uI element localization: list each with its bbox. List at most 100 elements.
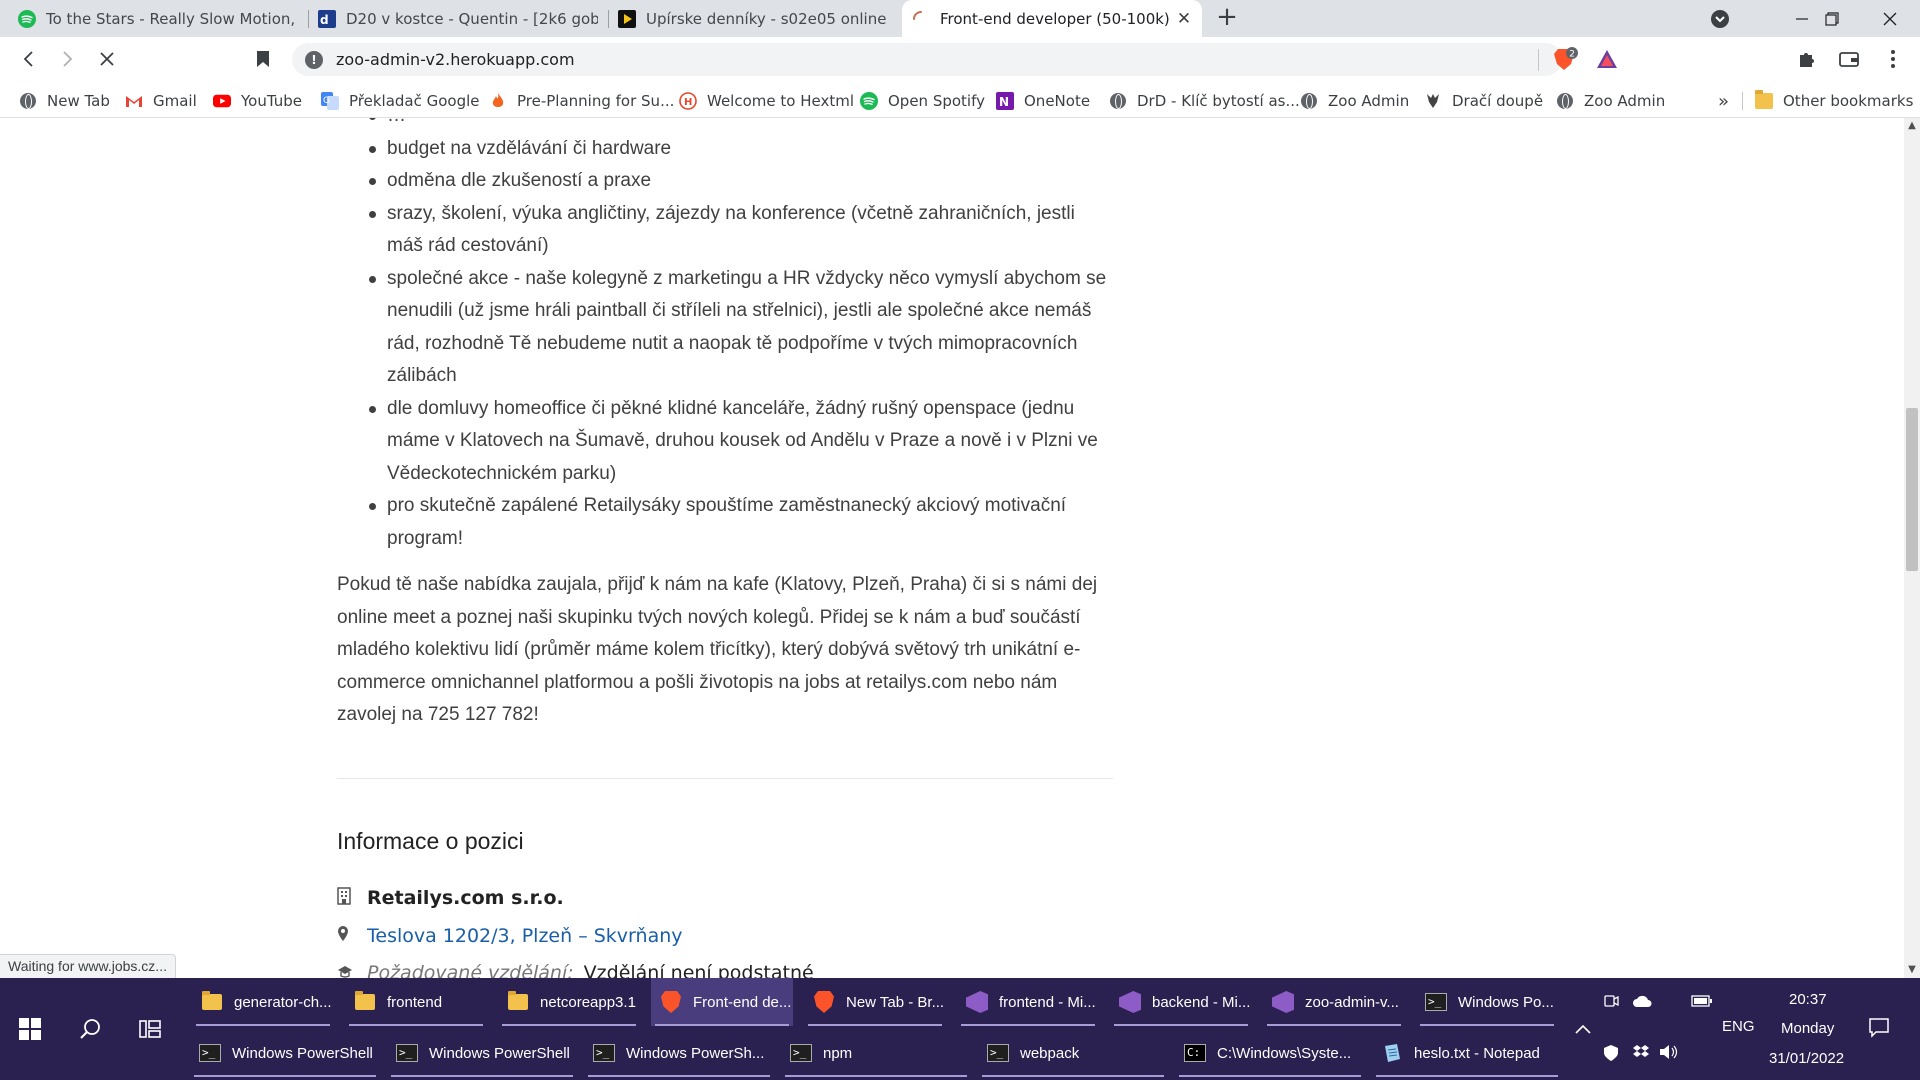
scroll-up-arrow-icon[interactable]: ▲	[1904, 118, 1920, 134]
dropbox-icon[interactable]	[1632, 1044, 1650, 1064]
map-pin-icon	[337, 925, 367, 947]
windows-start-icon[interactable]	[0, 978, 60, 1080]
bookmark-icon[interactable]	[248, 44, 278, 74]
bookmark-drd[interactable]: DrD - Klíč bytostí as...	[1109, 90, 1300, 112]
bookmark-google-translate[interactable]: G Překladač Google	[321, 90, 480, 112]
bookmark-zoo-admin-2[interactable]: Zoo Admin	[1556, 90, 1665, 112]
tab-search-icon[interactable]	[1690, 0, 1750, 37]
list-item: …	[337, 118, 1113, 133]
stop-loading-icon[interactable]	[92, 44, 122, 74]
bookmark-onenote[interactable]: N OneNote	[996, 90, 1090, 112]
show-hidden-icons-chevron-icon[interactable]	[1558, 1005, 1608, 1053]
gmail-icon	[125, 92, 143, 110]
company-name: Retailys.com s.r.o.	[367, 887, 564, 909]
folder-icon	[1755, 90, 1773, 110]
taskbar-item-npm[interactable]: >_ npm	[781, 1029, 971, 1077]
taskbar-item-label: backend - Mi...	[1152, 993, 1251, 1011]
taskbar-item-label: Windows PowerShell	[232, 1044, 373, 1062]
taskbar-item-powershell-2[interactable]: >_ Windows PowerShell	[387, 1029, 577, 1077]
bookmark-hextml[interactable]: H Welcome to Hextml	[679, 90, 854, 112]
visual-studio-icon	[1271, 990, 1295, 1014]
site-info-icon[interactable]: !	[305, 50, 323, 69]
bookmark-new-tab[interactable]: New Tab	[19, 90, 110, 112]
clock-weekday[interactable]: Monday	[1781, 1020, 1834, 1037]
taskbar-item-notepad[interactable]: heslo.txt - Notepad	[1372, 1029, 1562, 1077]
taskbar-item-label: zoo-admin-v...	[1305, 993, 1399, 1011]
tab-spotify[interactable]: To the Stars - Really Slow Motion, Instr	[8, 0, 308, 37]
onedrive-cloud-icon[interactable]	[1632, 994, 1652, 1012]
security-shield-icon[interactable]	[1603, 1044, 1619, 1066]
tab-strip: To the Stars - Really Slow Motion, Instr…	[0, 0, 1920, 37]
address-bar[interactable]: ! zoo-admin-v2.herokuapp.com	[292, 43, 1562, 76]
flame-icon	[489, 92, 507, 110]
bookmark-spotify[interactable]: Open Spotify	[860, 90, 985, 112]
powershell-icon: >_	[986, 1041, 1010, 1065]
volume-speaker-icon[interactable]	[1659, 1044, 1679, 1064]
taskbar-item-cmd[interactable]: C: C:\Windows\Syste...	[1175, 1029, 1365, 1077]
bookmark-label: Zoo Admin	[1328, 92, 1410, 110]
video-play-icon	[618, 9, 636, 28]
powershell-icon: >_	[395, 1041, 419, 1065]
bookmark-zoo-admin[interactable]: Zoo Admin	[1300, 90, 1409, 112]
scroll-down-arrow-icon[interactable]: ▼	[1904, 962, 1920, 978]
taskbar-item-vs-zoo-admin[interactable]: zoo-admin-v...	[1263, 978, 1405, 1026]
browser-toolbar: ! zoo-admin-v2.herokuapp.com 2	[0, 37, 1920, 82]
taskbar-item-label: npm	[823, 1044, 853, 1062]
scrollbar-thumb[interactable]	[1906, 408, 1918, 571]
tab-d20[interactable]: d D20 v kostce - Quentin - [2k6 goblinů]	[308, 0, 608, 37]
new-tab-button[interactable]: +	[1212, 3, 1242, 33]
bookmarks-overflow-chevron[interactable]: »	[1718, 90, 1729, 112]
forward-arrow-icon[interactable]	[52, 44, 82, 74]
battery-icon[interactable]	[1691, 994, 1713, 1012]
extensions-puzzle-icon[interactable]	[1792, 44, 1822, 74]
taskbar-item-powershell-3[interactable]: >_ Windows PowerSh...	[584, 1029, 774, 1077]
taskbar-item-netcoreapp[interactable]: netcoreapp3.1	[498, 978, 640, 1026]
close-window-icon[interactable]	[1860, 0, 1920, 37]
education-row: Požadované vzdělání: Vzdělání není podst…	[337, 962, 814, 978]
wallet-icon[interactable]	[1834, 44, 1864, 74]
taskbar-item-generator[interactable]: generator-ch...	[192, 978, 334, 1026]
taskbar-item-webpack[interactable]: >_ webpack	[978, 1029, 1168, 1077]
menu-kebab-icon[interactable]	[1878, 44, 1908, 74]
taskbar-item-brave-newtab[interactable]: New Tab - Br...	[804, 978, 946, 1026]
taskbar-item-label: heslo.txt - Notepad	[1414, 1044, 1540, 1062]
meet-now-icon[interactable]	[1603, 993, 1619, 1013]
clock-time[interactable]: 20:37	[1789, 991, 1827, 1008]
address-row[interactable]: Teslova 1202/3, Plzeň – Skvrňany	[337, 925, 683, 947]
bookmark-gmail[interactable]: Gmail	[125, 90, 197, 112]
back-arrow-icon[interactable]	[14, 44, 44, 74]
task-view-icon[interactable]	[126, 1005, 174, 1053]
other-bookmarks[interactable]: Other bookmarks	[1755, 90, 1913, 112]
restore-icon[interactable]	[1802, 0, 1862, 37]
brave-shields-icon[interactable]: 2	[1550, 44, 1580, 74]
language-indicator[interactable]: ENG	[1722, 1018, 1755, 1035]
bookmark-draci-doupe[interactable]: Dračí doupě	[1424, 90, 1543, 112]
bookmark-youtube[interactable]: YouTube	[213, 90, 302, 112]
taskbar-item-vs-frontend[interactable]: frontend - Mi...	[957, 978, 1099, 1026]
brave-rewards-icon[interactable]	[1592, 44, 1622, 74]
company-row: Retailys.com s.r.o.	[337, 887, 564, 909]
bookmark-label: Překladač Google	[349, 92, 480, 110]
page-scrollbar[interactable]: ▲ ▼	[1904, 118, 1920, 978]
bookmark-pre-planning[interactable]: Pre-Planning for Su...	[489, 90, 674, 112]
taskbar-item-brave-frontend[interactable]: Front-end de...	[651, 978, 793, 1026]
taskbar-item-powershell-1[interactable]: >_ Windows PowerShell	[190, 1029, 380, 1077]
close-tab-icon[interactable]: ✕	[1176, 9, 1192, 29]
taskbar-item-vs-backend[interactable]: backend - Mi...	[1110, 978, 1252, 1026]
clock-date[interactable]: 31/01/2022	[1769, 1050, 1844, 1067]
address-link[interactable]: Teslova 1202/3, Plzeň – Skvrňany	[367, 925, 683, 947]
spotify-icon	[18, 9, 36, 28]
taskbar-item-powershell[interactable]: >_ Windows Po...	[1416, 978, 1558, 1026]
bookmark-label: Zoo Admin	[1584, 92, 1666, 110]
list-item: společné akce - naše kolegyně z marketin…	[337, 263, 1113, 393]
notification-center-icon[interactable]	[1868, 1016, 1890, 1042]
url-text[interactable]: zoo-admin-v2.herokuapp.com	[336, 50, 575, 69]
windows-taskbar: generator-ch... frontend netcoreapp3.1 F…	[0, 978, 1920, 1080]
education-icon	[337, 964, 367, 979]
tab-active-job[interactable]: Front-end developer (50-100k) – ✕	[902, 0, 1202, 37]
d20-icon: d	[318, 9, 336, 28]
tab-video[interactable]: Upírske denníky - s02e05 online - Naj	[608, 0, 900, 37]
taskbar-item-frontend-folder[interactable]: frontend	[345, 978, 487, 1026]
search-icon[interactable]	[66, 1005, 114, 1053]
taskbar-item-label: netcoreapp3.1	[540, 993, 636, 1011]
